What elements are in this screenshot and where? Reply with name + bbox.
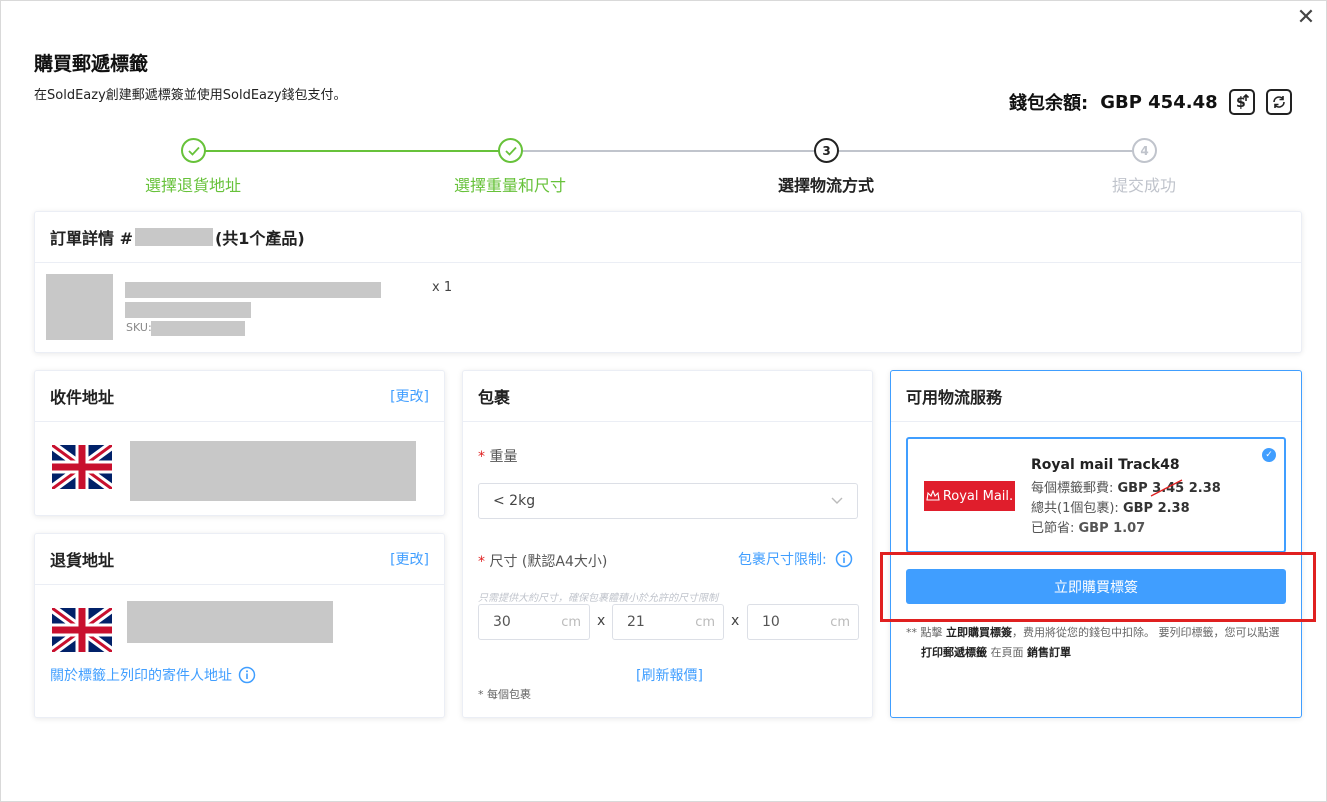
sender-address-info-text: 關於標籤上列印的寄件人地址: [50, 668, 232, 684]
order-details-card: 訂單詳情 # (共1个產品) x 1 SKU:: [34, 211, 1302, 353]
wallet-balance: 錢包余額: GBP 454.48 $: [1009, 89, 1292, 115]
sender-address-info-link[interactable]: 關於標籤上列印的寄件人地址: [50, 665, 256, 685]
saved-amount: 已節省: GBP 1.07: [1031, 521, 1146, 536]
purchase-note: ** 點擊 立即購買標簽，费用將從您的錢包中扣除。 要列印標籤，您可以點選 打印…: [906, 626, 1280, 659]
length-value: 30: [493, 614, 511, 630]
step-2-check-icon: [498, 138, 523, 163]
top-up-icon[interactable]: $: [1228, 89, 1255, 115]
info-icon: [835, 550, 852, 568]
height-input[interactable]: 10 cm: [747, 604, 859, 640]
dialog-title: 購買郵遞標籤: [34, 53, 149, 75]
length-unit: cm: [561, 614, 581, 630]
selected-check-icon: ✓: [1262, 448, 1276, 462]
return-address-header: 退貨地址 [更改]: [35, 534, 444, 585]
strikethrough-mark: [1150, 479, 1183, 497]
required-marker: *: [478, 554, 490, 570]
package-card: 包裹 * 重量 < 2kg * 尺寸 (默認A4大小) 包裹尺寸限制: 只需提供…: [462, 370, 873, 718]
royal-mail-logo: Royal Mail.: [924, 481, 1015, 511]
product-quantity: x 1: [432, 280, 453, 295]
dimension-separator: x: [597, 613, 606, 629]
recipient-header: 收件地址 [更改]: [35, 371, 444, 422]
logistics-title: 可用物流服務: [906, 388, 1003, 407]
return-address-title: 退貨地址: [50, 551, 115, 570]
highlight-annotation-box: [880, 552, 1316, 622]
info-icon: [238, 666, 256, 684]
weight-select[interactable]: < 2kg: [478, 483, 858, 519]
dimension-separator: x: [731, 613, 740, 629]
product-thumbnail: [46, 274, 113, 340]
new-price: 2.38: [1184, 481, 1221, 496]
step-4-number: 4: [1132, 138, 1157, 163]
recipient-address-card: 收件地址 [更改]: [34, 370, 445, 516]
recipient-change-link[interactable]: [更改]: [390, 386, 429, 406]
required-marker: *: [478, 449, 490, 465]
return-address-redacted: [127, 601, 333, 643]
width-value: 21: [627, 614, 645, 630]
size-hint: 只需提供大約尺寸，確保包裹體積小於允許的尺寸限制: [478, 593, 718, 604]
size-limit-text: 包裹尺寸限制:: [738, 552, 827, 568]
close-icon[interactable]: ✕: [1295, 7, 1317, 29]
step-connector: [826, 150, 1144, 152]
size-limit-link[interactable]: 包裹尺寸限制:: [738, 549, 853, 569]
package-title: 包裹: [478, 388, 511, 407]
total-price: 總共(1個包裹): GBP 2.38: [1031, 501, 1190, 516]
step-2-label: 選擇重量和尺寸: [453, 176, 567, 195]
size-label: * 尺寸 (默認A4大小): [478, 554, 608, 570]
return-address-change-link[interactable]: [更改]: [390, 549, 429, 569]
return-address-card: 退貨地址 [更改] 關於標籤上列印的寄件人地址: [34, 533, 445, 718]
height-value: 10: [762, 614, 780, 630]
product-title-redacted: [125, 282, 381, 298]
product-variant-redacted: [125, 302, 251, 318]
weight-value: < 2kg: [493, 493, 536, 509]
width-input[interactable]: 21 cm: [612, 604, 724, 640]
purchase-label-dialog: ✕ 購買郵遞標籤 在SoldEazy創建郵遞標簽並使用SoldEazy錢包支付。…: [0, 0, 1327, 802]
crown-icon: [926, 490, 940, 501]
royal-mail-service-option[interactable]: Royal Mail. ✓ Royal mail Track48 每個標籤郵費:…: [906, 437, 1286, 553]
step-4-label: 提交成功: [1111, 176, 1177, 195]
height-unit: cm: [830, 614, 850, 630]
step-1-check-icon: [181, 138, 206, 163]
order-number-redacted: [134, 228, 213, 246]
per-label-price: 每個標籤郵費: GBP 3.45 2.38: [1031, 477, 1221, 497]
step-3-number: 3: [814, 138, 839, 163]
service-name: Royal mail Track48: [1031, 457, 1180, 473]
chevron-down-icon: [831, 497, 843, 504]
sku-label: SKU:: [126, 321, 152, 334]
length-input[interactable]: 30 cm: [478, 604, 590, 640]
wallet-label: 錢包余額:: [1009, 93, 1089, 114]
sku-redacted: [151, 321, 245, 336]
wallet-amount: GBP 454.48: [1100, 91, 1218, 113]
logistics-header: 可用物流服務: [891, 371, 1301, 422]
step-connector: [510, 150, 826, 152]
width-unit: cm: [695, 614, 715, 630]
step-connector: [193, 150, 510, 152]
weight-label: * 重量: [478, 449, 518, 465]
order-title-suffix: (共1个產品): [214, 229, 305, 248]
per-package-note: * 每個包裹: [478, 688, 531, 701]
recipient-address-redacted: [130, 441, 416, 501]
refresh-quote-link[interactable]: [刷新報價]: [636, 665, 703, 685]
uk-flag-icon: [52, 608, 112, 652]
step-3-label: 選擇物流方式: [777, 176, 875, 195]
package-header: 包裹: [463, 371, 872, 422]
order-title-prefix: 訂單詳情 #: [50, 229, 133, 248]
progress-steps: 3 4 選擇退貨地址 選擇重量和尺寸 選擇物流方式 提交成功: [1, 137, 1327, 197]
recipient-title: 收件地址: [50, 388, 115, 407]
dialog-subtitle: 在SoldEazy創建郵遞標簽並使用SoldEazy錢包支付。: [34, 88, 347, 103]
order-details-header: 訂單詳情 # (共1个產品): [35, 212, 1301, 263]
step-1-label: 選擇退貨地址: [144, 176, 242, 195]
logistics-card: 可用物流服務 Royal Mail. ✓ Royal mail Track48 …: [890, 370, 1302, 718]
uk-flag-icon: [52, 445, 112, 489]
refresh-balance-icon[interactable]: [1265, 89, 1292, 115]
